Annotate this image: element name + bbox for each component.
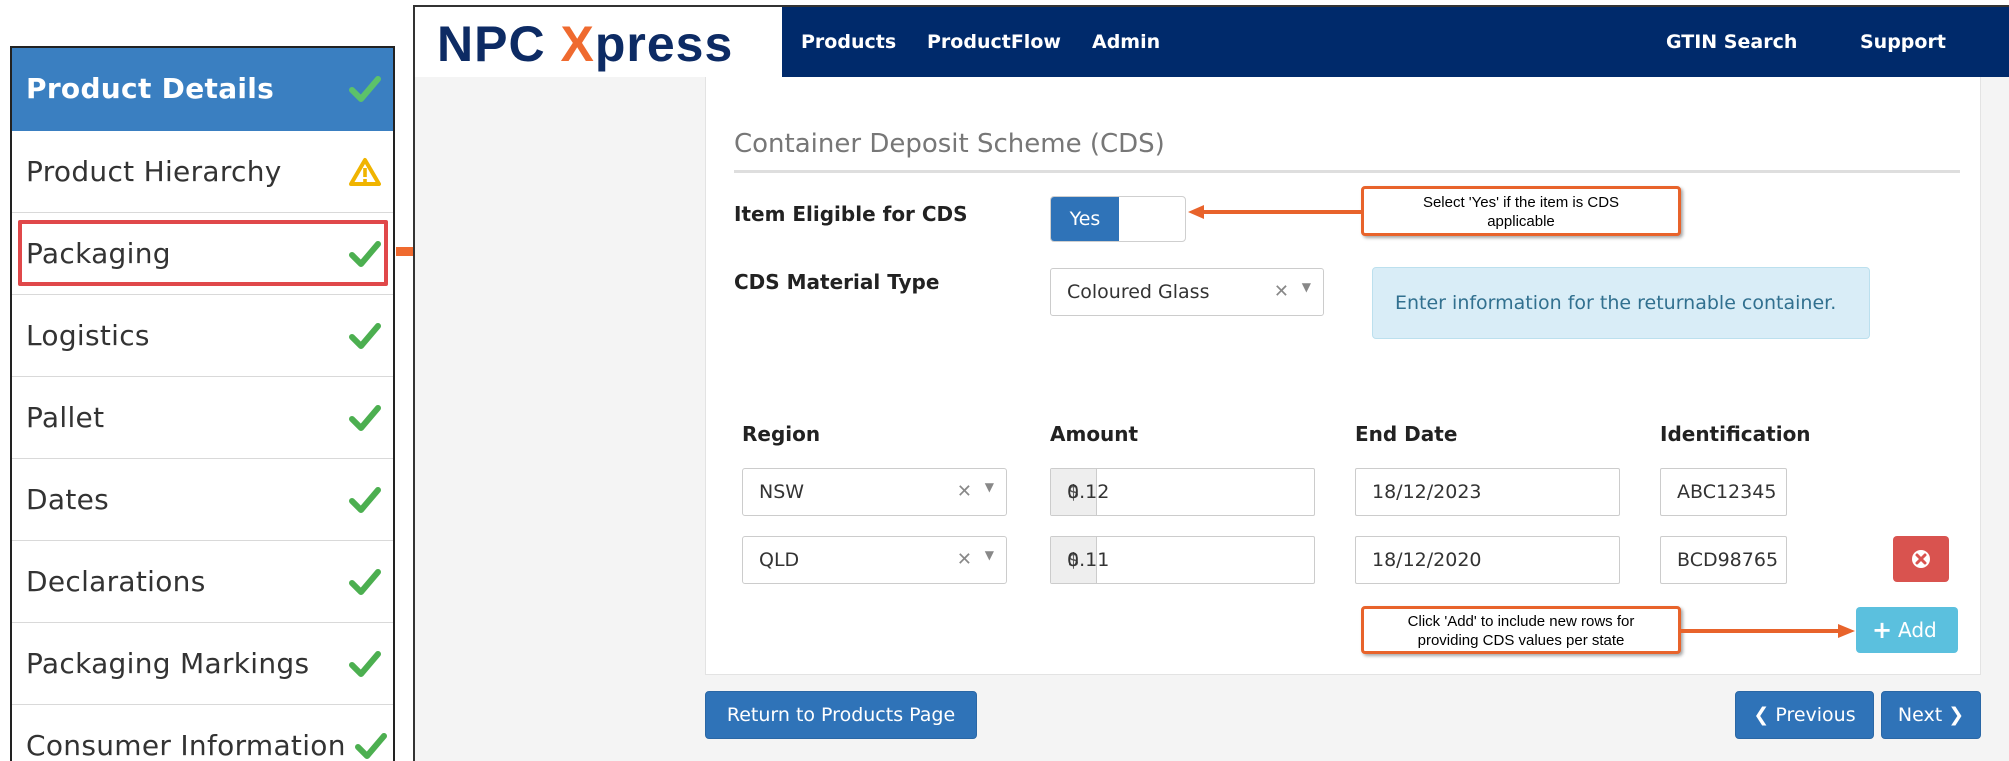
brand-x: X <box>560 16 595 72</box>
nav-item-dates[interactable]: Dates <box>12 459 393 541</box>
identification-input[interactable]: ABC12345 <box>1660 468 1787 516</box>
nav-item-label: Packaging Markings <box>26 647 310 680</box>
nav-link-productflow[interactable]: ProductFlow <box>927 7 1061 77</box>
section-title: Container Deposit Scheme (CDS) <box>734 129 1165 159</box>
check-icon <box>349 405 381 431</box>
end-date-input[interactable]: 18/12/2023 <box>1355 468 1620 516</box>
caret-down-icon[interactable]: ▼ <box>985 480 994 494</box>
end-date-input[interactable]: 18/12/2020 <box>1355 536 1620 584</box>
top-navigation: NPC Xpress Products ProductFlow Admin GT… <box>415 7 2009 77</box>
nav-item-product-hierarchy[interactable]: Product Hierarchy <box>12 131 393 213</box>
column-header-amount: Amount <box>1050 422 1139 446</box>
brand-prefix: NPC <box>437 16 561 72</box>
region-select[interactable]: QLD ✕ ▼ <box>742 536 1007 584</box>
check-icon <box>349 323 381 349</box>
app-window: NPC Xpress Products ProductFlow Admin GT… <box>413 5 2009 761</box>
main-content: Container Deposit Scheme (CDS) Item Elig… <box>415 77 2009 761</box>
add-callout: Click 'Add' to include new rows for prov… <box>1361 606 1681 654</box>
end-date-value: 18/12/2020 <box>1372 549 1482 571</box>
column-header-region: Region <box>742 422 821 446</box>
previous-label: Previous <box>1775 704 1856 726</box>
nav-link-support[interactable]: Support <box>1860 7 1946 77</box>
identification-value: ABC12345 <box>1677 481 1777 503</box>
check-icon <box>349 241 381 267</box>
nav-link-gtin-search[interactable]: GTIN Search <box>1666 7 1797 77</box>
clear-icon[interactable]: ✕ <box>957 481 972 502</box>
eligible-label: Item Eligible for CDS <box>734 202 968 226</box>
amount-input[interactable]: $ 0.12 <box>1050 468 1315 516</box>
cds-material-select[interactable]: Coloured Glass ✕ ▼ <box>1050 268 1324 316</box>
nav-item-label: Product Hierarchy <box>26 155 282 188</box>
clear-icon[interactable]: ✕ <box>957 549 972 570</box>
callout-arrow-left <box>1188 205 1363 219</box>
add-label: Add <box>1898 618 1937 642</box>
chevron-left-icon: ❮ <box>1753 704 1770 726</box>
callout-line: Click 'Add' to include new rows for <box>1407 613 1635 630</box>
amount-value: 0.12 <box>1067 481 1110 503</box>
toggle-yes[interactable]: Yes <box>1051 197 1119 241</box>
nav-item-label: Declarations <box>26 565 206 598</box>
warning-icon <box>349 158 381 186</box>
amount-value: 0.11 <box>1067 549 1110 571</box>
return-to-products-button[interactable]: Return to Products Page <box>705 691 977 739</box>
nav-item-packaging[interactable]: Packaging <box>12 213 393 295</box>
nav-item-label: Pallet <box>26 401 105 434</box>
callout-line: applicable <box>1487 213 1555 230</box>
cds-eligible-toggle[interactable]: Yes <box>1050 196 1186 242</box>
amount-input[interactable]: $ 0.11 <box>1050 536 1315 584</box>
info-alert: Enter information for the returnable con… <box>1372 267 1870 339</box>
cds-form-card: Container Deposit Scheme (CDS) Item Elig… <box>705 77 1981 675</box>
plus-icon: + <box>1872 616 1893 644</box>
nav-link-admin[interactable]: Admin <box>1092 7 1160 77</box>
column-header-identification: Identification <box>1660 422 1811 446</box>
nav-item-logistics[interactable]: Logistics <box>12 295 393 377</box>
check-icon <box>349 76 381 102</box>
chevron-right-icon: ❯ <box>1948 704 1965 726</box>
callout-line: Select 'Yes' if the item is CDS <box>1422 194 1620 211</box>
end-date-value: 18/12/2023 <box>1372 481 1482 503</box>
check-icon <box>349 569 381 595</box>
select-value: NSW <box>759 481 805 503</box>
nav-item-consumer-information[interactable]: Consumer Information <box>12 705 393 761</box>
region-select[interactable]: NSW ✕ ▼ <box>742 468 1007 516</box>
brand-suffix: press <box>594 16 734 72</box>
nav-link-products[interactable]: Products <box>801 7 896 77</box>
highlight-box <box>18 220 388 286</box>
column-header-end-date: End Date <box>1355 422 1458 446</box>
nav-item-label: Consumer Information <box>26 729 346 761</box>
nav-item-pallet[interactable]: Pallet <box>12 377 393 459</box>
nav-item-product-details[interactable]: Product Details <box>12 48 393 131</box>
caret-down-icon[interactable]: ▼ <box>1302 280 1311 294</box>
identification-value: BCD98765 <box>1677 549 1779 571</box>
menu-bar: Products ProductFlow Admin GTIN Search S… <box>782 7 2009 77</box>
add-row-button[interactable]: + Add <box>1856 607 1958 653</box>
npc-xpress-logo[interactable]: NPC Xpress <box>437 15 733 73</box>
select-value: QLD <box>759 549 800 571</box>
nav-item-label: Product Details <box>26 72 275 105</box>
product-section-nav: Product Details Product Hierarchy Packag… <box>10 46 395 761</box>
remove-circle-icon <box>1912 550 1930 568</box>
check-icon <box>349 651 381 677</box>
nav-item-packaging-markings[interactable]: Packaging Markings <box>12 623 393 705</box>
next-button[interactable]: Next ❯ <box>1881 691 1981 739</box>
callout-line: providing CDS values per state <box>1417 632 1625 649</box>
info-text: Enter information for the returnable con… <box>1395 292 1837 314</box>
section-divider <box>734 170 1960 173</box>
next-label: Next <box>1897 704 1943 726</box>
select-value: Coloured Glass <box>1067 281 1210 303</box>
check-icon <box>349 487 381 513</box>
nav-item-declarations[interactable]: Declarations <box>12 541 393 623</box>
clear-icon[interactable]: ✕ <box>1274 281 1289 302</box>
nav-item-label: Dates <box>26 483 110 516</box>
identification-input[interactable]: BCD98765 <box>1660 536 1787 584</box>
eligible-callout: Select 'Yes' if the item is CDS applicab… <box>1361 186 1681 236</box>
material-type-label: CDS Material Type <box>734 270 940 294</box>
nav-item-label: Logistics <box>26 319 150 352</box>
previous-button[interactable]: ❮ Previous <box>1735 691 1874 739</box>
check-icon <box>355 733 387 759</box>
remove-row-button[interactable] <box>1893 536 1949 582</box>
callout-arrow-right <box>1681 624 1855 638</box>
caret-down-icon[interactable]: ▼ <box>985 548 994 562</box>
